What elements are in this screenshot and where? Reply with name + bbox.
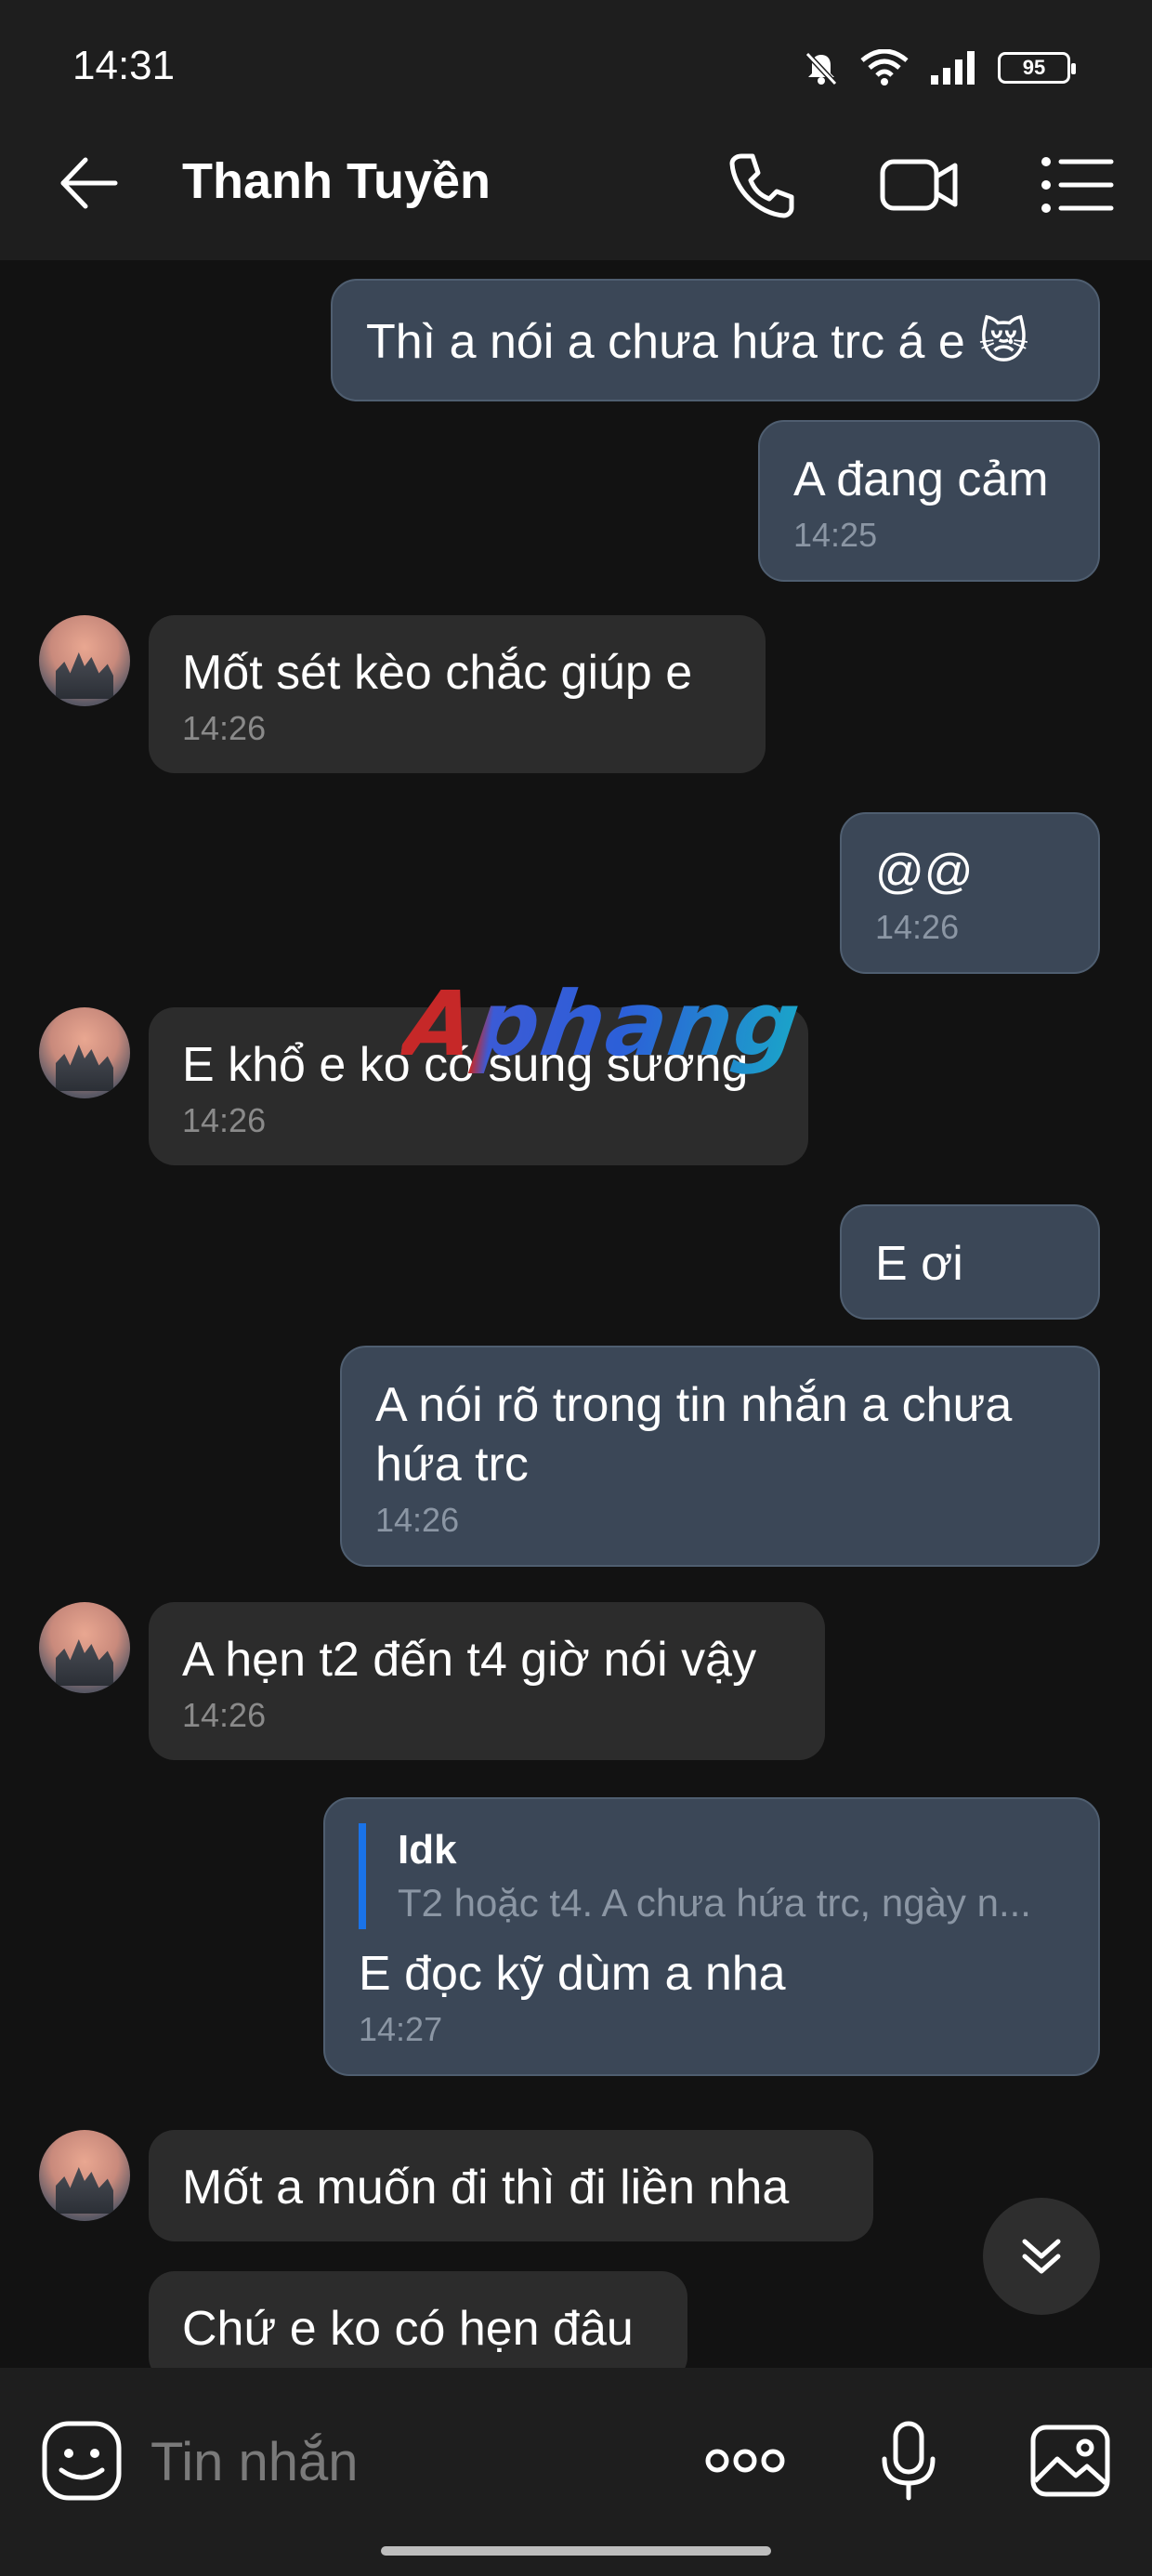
message-composer [0,2368,1152,2576]
message-bubble[interactable]: E ơi [840,1204,1100,1320]
message-text: Chứ e ko có hẹn đâu [182,2302,634,2356]
home-indicator[interactable] [381,2546,771,2556]
avatar[interactable] [39,1007,130,1098]
reply-snippet: T2 hoặc t4. A chưa hứa trc, ngày n... [398,1881,1031,1925]
arrow-left-icon[interactable] [56,151,121,216]
message-input[interactable] [151,2429,671,2494]
message-text: @@ [875,845,974,899]
status-time: 14:31 [72,43,176,88]
message-bubble[interactable]: @@ 14:26 [840,812,1100,974]
message-bubble[interactable]: A nói rõ trong tin nhắn a chưa hứa trc 1… [340,1346,1100,1567]
message-text: E ơi [875,1237,963,1291]
chat-header: Thanh Tuyền [0,104,1152,260]
status-icons: 95 [803,46,1076,89]
microphone-icon[interactable] [864,2416,953,2505]
message-text: Thì a nói a chưa hứa trc á e 😿 [366,315,1029,369]
image-icon[interactable] [1026,2416,1115,2505]
message-time: 14:26 [375,1501,460,1539]
scroll-to-bottom-button[interactable] [983,2198,1100,2315]
wifi-icon [860,49,909,85]
message-bubble[interactable]: Mốt sét kèo chắc giúp e 14:26 [149,615,766,773]
message-time: 14:26 [182,1696,267,1734]
message-bubble[interactable]: Chứ e ko có hẹn đâu [149,2271,687,2368]
avatar[interactable] [39,1602,130,1693]
message-time: 14:26 [182,1101,267,1139]
message-bubble[interactable]: A hẹn t2 đến t4 giờ nói vậy 14:26 [149,1602,825,1760]
avatar[interactable] [39,2130,130,2221]
message-text: A nói rõ trong tin nhắn a chưa hứa trc [375,1378,1013,1492]
message-text: A đang cảm [793,453,1049,506]
message-bubble[interactable]: A đang cảm 14:25 [758,420,1100,582]
avatar[interactable] [39,615,130,706]
battery-indicator: 95 [998,52,1076,84]
message-list[interactable]: Thì a nói a chưa hứa trc á e 😿 A đang cả… [0,260,1152,2368]
watermark-logo: Aphang [398,972,808,1076]
status-bar: 14:31 95 [0,0,1152,104]
battery-level: 95 [1022,56,1046,79]
video-camera-icon[interactable] [877,143,961,227]
emoji-sticker-icon[interactable] [37,2416,126,2505]
message-text: Mốt sét kèo chắc giúp e [182,646,693,700]
double-chevron-down-icon [1022,2239,1061,2274]
reply-quote[interactable]: Idk T2 hoặc t4. A chưa hứa trc, ngày n..… [359,1823,1065,1929]
message-bubble[interactable]: Thì a nói a chưa hứa trc á e 😿 [331,279,1100,401]
message-bubble[interactable]: Mốt a muốn đi thì đi liền nha [149,2130,873,2241]
mute-bell-icon [805,51,838,86]
signal-icon [931,51,975,85]
message-text: E đọc kỹ dùm a nha [359,1947,786,2001]
list-menu-icon[interactable] [1035,143,1119,227]
reply-message-bubble[interactable]: Idk T2 hoặc t4. A chưa hứa trc, ngày n..… [323,1797,1100,2076]
phone-icon[interactable] [721,143,805,227]
more-dots-icon[interactable] [700,2416,790,2505]
reply-author: Idk [398,1827,457,1873]
message-text: Mốt a muốn đi thì đi liền nha [182,2161,790,2215]
message-time: 14:26 [182,709,267,747]
message-time: 14:27 [359,2010,443,2048]
message-time: 14:25 [793,516,878,554]
contact-name[interactable]: Thanh Tuyền [182,152,491,210]
message-time: 14:26 [875,908,960,946]
message-text: A hẹn t2 đến t4 giờ nói vậy [182,1633,757,1687]
